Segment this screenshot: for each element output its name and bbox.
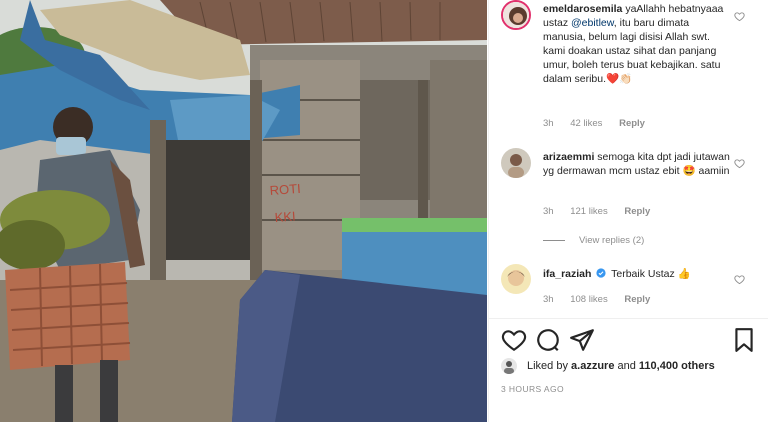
like-comment-heart-icon[interactable] [734, 11, 745, 22]
comment-emoji: 🤩 [682, 165, 696, 177]
comment-body: arizaemmi semoga kita dpt jadi jutawan y… [543, 150, 733, 178]
post-timestamp[interactable]: 3 HOURS AGO [501, 384, 564, 394]
avatar[interactable] [501, 0, 531, 30]
avatar-image [501, 358, 517, 374]
save-bookmark-icon[interactable] [731, 327, 757, 353]
view-replies-line [543, 239, 565, 241]
divider [489, 318, 768, 319]
comment-meta: 3h 121 likes Reply [543, 206, 664, 217]
liked-by-count[interactable]: 110,400 others [639, 360, 715, 372]
reply-button[interactable]: Reply [619, 118, 645, 129]
avatar-image [503, 2, 529, 28]
comment-body: emeldarosemila yaAllahh hebatnyaaa ustaz… [543, 2, 733, 86]
like-comment-heart-icon[interactable] [734, 274, 745, 285]
reply-button[interactable]: Reply [624, 206, 650, 217]
comments-panel: emeldarosemila yaAllahh hebatnyaaa ustaz… [488, 0, 768, 422]
verified-badge-icon [596, 268, 606, 278]
comment-username[interactable]: emeldarosemila [543, 3, 622, 15]
liked-by-text: Liked by a.azzure and 110,400 others [527, 360, 715, 372]
liked-by-user[interactable]: a.azzure [571, 360, 614, 372]
liked-by-prefix: Liked by [527, 360, 572, 372]
svg-text:KKI: KKI [274, 209, 296, 225]
comment-time: 3h [543, 294, 554, 305]
avatar[interactable] [501, 148, 531, 178]
comment-meta: 3h 42 likes Reply [543, 118, 659, 129]
like-comment-heart-icon[interactable] [734, 158, 745, 169]
svg-text:ROTI: ROTI [269, 181, 301, 198]
comment-likes[interactable]: 121 likes [570, 206, 608, 217]
avatar-image [501, 264, 531, 294]
comment-username[interactable]: arizaemmi [543, 151, 594, 163]
post-action-bar [501, 327, 759, 353]
avatar[interactable] [501, 264, 531, 294]
comment-body: ifa_raziah Terbaik Ustaz 👍 [543, 267, 733, 281]
reply-button[interactable]: Reply [624, 294, 650, 305]
post-photo[interactable]: ROTI KKI [0, 0, 487, 422]
comment-text-after: aamiin [695, 165, 730, 177]
comment-time: 3h [543, 206, 554, 217]
comment-meta: 3h 108 likes Reply [543, 294, 664, 305]
avatar-image [501, 148, 531, 178]
avatar[interactable] [501, 358, 517, 374]
view-replies-label: View replies (2) [579, 235, 645, 246]
liked-by-middle: and [614, 360, 639, 372]
comment-text: Terbaik Ustaz [611, 268, 675, 280]
share-paper-plane-icon[interactable] [569, 327, 595, 353]
comment-mention[interactable]: @ebitlew [571, 17, 614, 29]
comment-likes[interactable]: 108 likes [570, 294, 608, 305]
comment-bubble-icon[interactable] [535, 327, 561, 353]
view-replies-button[interactable]: View replies (2) [543, 235, 644, 246]
comment-emoji: 👍 [677, 268, 691, 280]
post-photo-illustration: ROTI KKI [0, 0, 487, 422]
comment-likes[interactable]: 42 likes [570, 118, 602, 129]
comment-emoji: ❤️👏🏻 [606, 73, 633, 85]
comment-time: 3h [543, 118, 554, 129]
comment-username[interactable]: ifa_raziah [543, 268, 591, 280]
like-heart-icon[interactable] [501, 327, 527, 353]
